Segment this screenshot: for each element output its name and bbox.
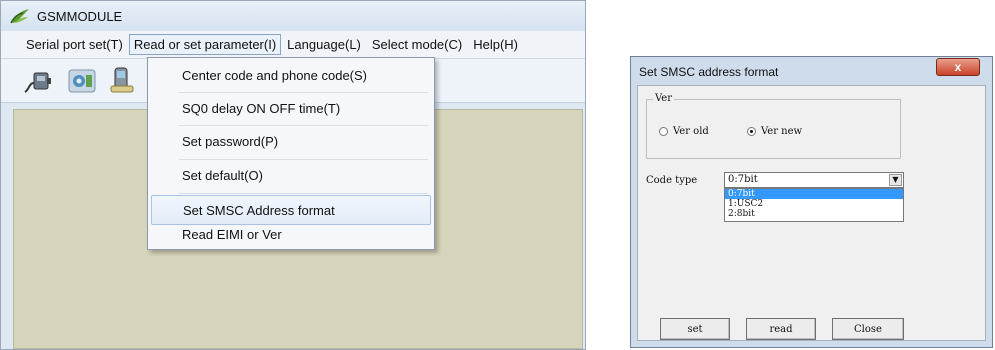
code-type-option-usc2[interactable]: 1:USC2 <box>725 199 903 209</box>
chevron-down-icon[interactable]: ▼ <box>889 174 902 186</box>
menu-serial-port-set[interactable]: Serial port set(T) <box>21 34 128 55</box>
menu-item-center-code[interactable]: Center code and phone code(S) <box>151 60 431 90</box>
menu-item-set-password[interactable]: Set password(P) <box>151 126 431 156</box>
radio-ver-new-label: Ver new <box>761 126 803 137</box>
code-type-value: 0:7bit <box>728 174 758 185</box>
phone-icon[interactable] <box>107 66 137 96</box>
code-type-label: Code type <box>646 175 698 186</box>
menu-help[interactable]: Help(H) <box>468 34 523 55</box>
radio-checked-icon <box>747 127 756 136</box>
title-bar: GSMMODULE <box>1 1 585 31</box>
read-button[interactable]: read <box>746 318 816 340</box>
gsm-module-window: GSMMODULE Serial port set(T) Read or set… <box>0 0 586 350</box>
code-type-option-8bit[interactable]: 2:8bit <box>725 209 903 219</box>
close-icon[interactable]: x <box>936 58 980 76</box>
serial-connect-icon[interactable] <box>23 66 53 96</box>
code-type-options-list: 0:7bit 1:USC2 2:8bit <box>724 188 904 222</box>
menu-item-sq0-delay[interactable]: SQ0 delay ON OFF time(T) <box>151 93 431 123</box>
menu-separator <box>179 193 428 194</box>
menu-bar: Serial port set(T) Read or set parameter… <box>1 31 585 59</box>
menu-item-read-eimi-or-ver[interactable]: Read EIMI or Ver <box>151 219 431 249</box>
radio-ver-new[interactable]: Ver new <box>747 126 802 137</box>
ver-group-box: Ver Ver old Ver new <box>646 93 901 159</box>
set-button[interactable]: set <box>660 318 730 340</box>
menu-select-mode[interactable]: Select mode(C) <box>367 34 467 55</box>
window-title: GSMMODULE <box>37 8 123 24</box>
radio-ver-old[interactable]: Ver old <box>659 126 709 137</box>
close-button[interactable]: Close <box>832 318 904 340</box>
menu-language[interactable]: Language(L) <box>282 34 366 55</box>
ver-group-label: Ver <box>653 93 675 104</box>
code-type-select[interactable]: 0:7bit ▼ <box>724 172 904 188</box>
menu-item-set-default[interactable]: Set default(O) <box>151 160 431 190</box>
code-type-option-7bit[interactable]: 0:7bit <box>725 189 903 199</box>
module-settings-icon[interactable] <box>67 66 97 96</box>
menu-read-or-set-parameter[interactable]: Read or set parameter(I) <box>128 34 282 55</box>
smsc-address-format-dialog: Set SMSC address format x Ver Ver old Ve… <box>630 56 993 348</box>
radio-ver-old-label: Ver old <box>673 126 709 137</box>
radio-circle-icon <box>659 127 668 136</box>
dialog-client-area: Ver Ver old Ver new Code type 0:7bit ▼ 0… <box>637 85 986 341</box>
dialog-title: Set SMSC address format <box>639 65 779 79</box>
app-leaf-icon <box>10 9 29 24</box>
parameter-dropdown-menu: Center code and phone code(S) SQ0 delay … <box>147 57 435 250</box>
